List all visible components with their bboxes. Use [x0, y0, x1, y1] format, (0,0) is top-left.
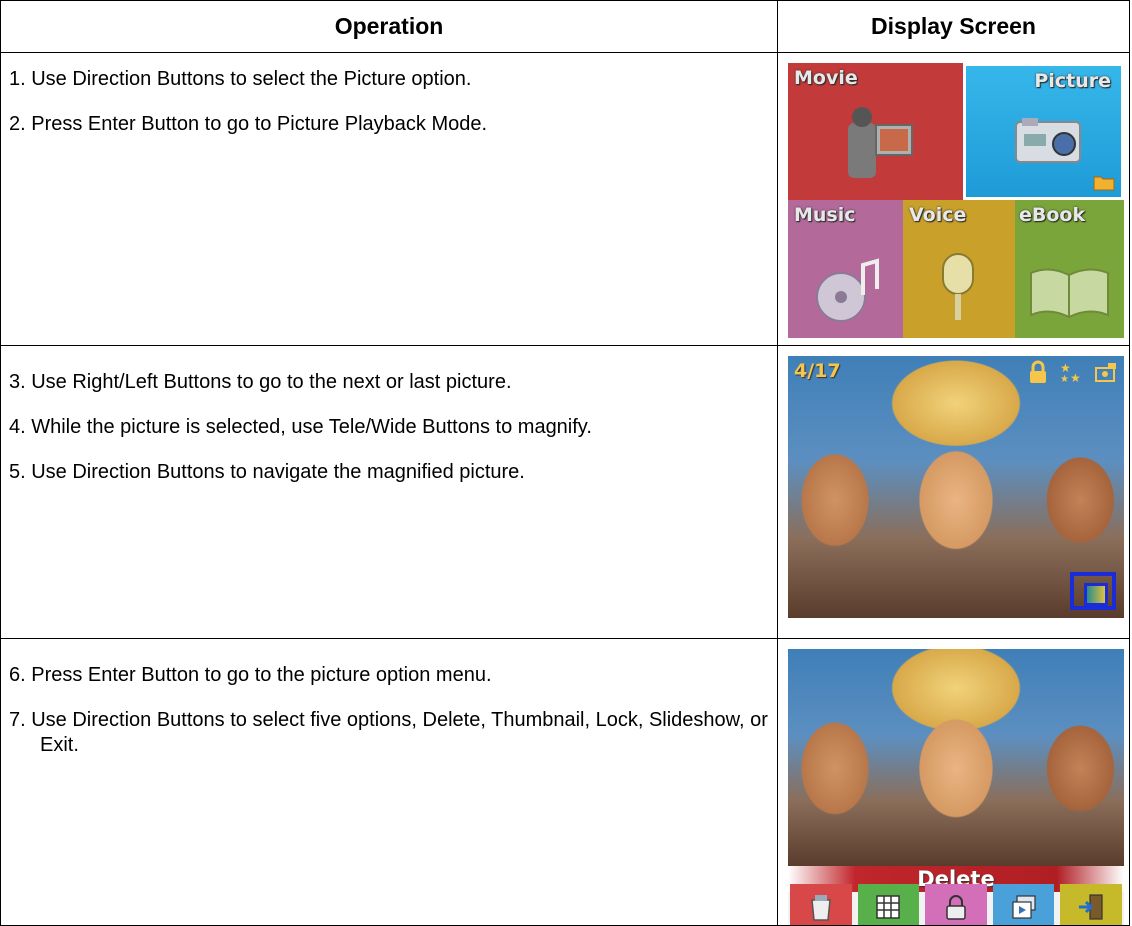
thumbnail-icon: [876, 895, 901, 919]
picture-option-screen: Delete: [788, 649, 1124, 925]
step-text: 1. Use Direction Buttons to select the P…: [9, 68, 472, 90]
tile-label: Voice: [909, 204, 967, 226]
step-text: 4. While the picture is selected, use Te…: [9, 416, 592, 438]
picture-preview: [788, 649, 1124, 866]
thumbnail-option[interactable]: [857, 884, 920, 925]
zoom-viewport: [1084, 583, 1108, 606]
step-list: 6. Press Enter Button to go to the pictu…: [1, 639, 777, 758]
step-list: 3. Use Right/Left Buttons to go to the n…: [1, 346, 777, 485]
step-text: 3. Use Right/Left Buttons to go to the n…: [9, 371, 512, 393]
operation-header: Operation: [0, 0, 778, 53]
tile-label: Picture: [1034, 70, 1111, 92]
table-row: 3. Use Right/Left Buttons to go to the n…: [0, 345, 1130, 639]
open-book-icon: [1030, 268, 1109, 319]
lock-icon: [946, 895, 966, 920]
operation-cell: 6. Press Enter Button to go to the pictu…: [0, 638, 778, 926]
option-menu: Delete: [788, 866, 1124, 925]
svg-text:★: ★: [1060, 374, 1069, 384]
lock-option[interactable]: [925, 884, 987, 925]
exit-icon: [1079, 894, 1103, 920]
option-icons: [788, 884, 1124, 925]
instruction-table: Operation Display Screen 1. Use Directio…: [0, 0, 1130, 926]
display-cell: Movie Picture Music Voice eBook: [777, 52, 1130, 346]
table-row: 1. Use Direction Buttons to select the P…: [0, 52, 1130, 346]
zoom-navigator: [1070, 572, 1116, 610]
table-header-row: Operation Display Screen: [0, 0, 1130, 53]
display-cell: 4/17 ★ ★ ★: [777, 345, 1130, 639]
delete-option[interactable]: [790, 884, 852, 925]
picture-playback-screen: 4/17 ★ ★ ★: [788, 356, 1124, 618]
slideshow-option[interactable]: [992, 884, 1055, 925]
ebook-tile: eBook: [1015, 200, 1124, 338]
svg-text:★: ★: [1070, 371, 1081, 384]
operation-cell: 1. Use Direction Buttons to select the P…: [0, 52, 778, 346]
step-text: 5. Use Direction Buttons to navigate the…: [9, 461, 525, 483]
exit-option[interactable]: [1060, 884, 1122, 925]
step-text: 2. Press Enter Button to go to Picture P…: [9, 113, 488, 135]
main-menu-screen: Movie Picture Music Voice eBook: [788, 63, 1124, 338]
lock-icon: [1030, 360, 1046, 383]
slideshow-icon: [1011, 895, 1036, 919]
camcorder-icon: [848, 107, 913, 178]
tile-label: Movie: [794, 67, 858, 89]
cd-music-icon: [816, 258, 879, 322]
voice-tile: Voice: [903, 200, 1015, 338]
folder-icon: [1093, 176, 1115, 191]
camera-small-icon: [1095, 363, 1116, 382]
microphone-icon: [942, 253, 974, 320]
tile-label: eBook: [1019, 204, 1086, 226]
delete-icon: [810, 895, 831, 921]
display-screen-header: Display Screen: [777, 0, 1130, 53]
step-text: 6. Press Enter Button to go to the pictu…: [9, 664, 492, 686]
tile-label: Music: [794, 204, 856, 226]
table-row: 6. Press Enter Button to go to the pictu…: [0, 638, 1130, 926]
movie-tile: Movie: [788, 63, 963, 200]
picture-tile[interactable]: Picture: [963, 63, 1124, 200]
status-icons: ★ ★ ★: [1026, 360, 1118, 384]
operation-cell: 3. Use Right/Left Buttons to go to the n…: [0, 345, 778, 639]
step-list: 1. Use Direction Buttons to select the P…: [1, 53, 777, 137]
stars-icon: ★ ★ ★: [1060, 361, 1081, 384]
music-tile: Music: [788, 200, 903, 338]
camera-icon: [1015, 118, 1081, 163]
picture-counter: 4/17: [794, 360, 841, 382]
display-cell: Delete: [777, 638, 1130, 926]
step-text: 7. Use Direction Buttons to select five …: [9, 709, 768, 756]
